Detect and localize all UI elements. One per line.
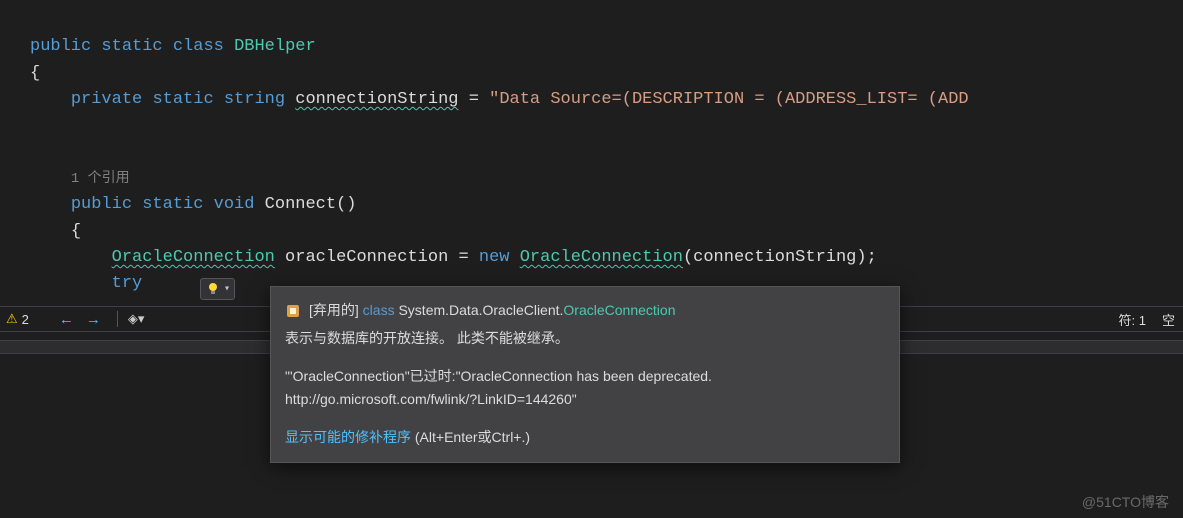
ctor-args: (connectionString); <box>683 248 877 267</box>
keyword-class: class <box>173 37 224 56</box>
nav-forward-button[interactable]: → <box>80 311 107 328</box>
brace-open: { <box>71 222 81 241</box>
type-name: DBHelper <box>234 37 316 56</box>
keyword-static: static <box>142 195 203 214</box>
watermark: @51CTO博客 <box>1082 492 1169 512</box>
keyword-public: public <box>30 37 91 56</box>
whitespace-mode: 空 <box>1162 310 1175 329</box>
namespace: System.Data.OracleClient. <box>398 302 563 318</box>
status-right: 符: 1 空 <box>1119 306 1183 332</box>
string-literal: "Data Source=(DESCRIPTION = (ADDRESS_LIS… <box>489 90 968 109</box>
keyword-private: private <box>71 90 142 109</box>
tooltip-description: 表示与数据库的开放连接。 此类不能被继承。 <box>285 327 885 351</box>
keyword-class: class <box>363 302 395 318</box>
keyword-static: static <box>152 90 213 109</box>
keyword-void: void <box>214 195 255 214</box>
equals: = <box>459 90 490 109</box>
show-fixes-link[interactable]: 显示可能的修补程序 <box>285 429 411 445</box>
warning-count[interactable]: 2 <box>22 312 29 327</box>
deprecated-tag: [弃用的] <box>309 302 359 318</box>
lightbulb-icon <box>205 281 221 297</box>
class-name: OracleConnection <box>563 302 675 318</box>
field-name: connectionString <box>295 90 458 109</box>
codelens-reference[interactable]: 1 个引用 <box>71 171 130 187</box>
code-editor[interactable]: public static class DBHelper { private s… <box>0 0 1183 298</box>
keyword-try: try <box>112 274 143 293</box>
warning-icon[interactable]: ⚠ <box>6 311 18 327</box>
keyword-static: static <box>101 37 162 56</box>
keyword-public: public <box>71 195 132 214</box>
type-oracle-connection[interactable]: OracleConnection <box>112 248 275 267</box>
intellisense-tooltip: [弃用的] class System.Data.OracleClient.Ora… <box>270 286 900 463</box>
keyword-string: string <box>224 90 285 109</box>
parens: () <box>336 195 356 214</box>
type-oracle-connection[interactable]: OracleConnection <box>520 248 683 267</box>
separator <box>117 311 118 327</box>
chevron-down-icon: ▾ <box>224 283 230 295</box>
char-position: 符: 1 <box>1119 310 1146 329</box>
method-name: Connect <box>265 195 336 214</box>
brace-open: { <box>30 64 40 83</box>
tooltip-message: "'OracleConnection"已过时:"OracleConnection… <box>285 365 885 413</box>
class-icon <box>285 303 301 319</box>
variable-decl: oracleConnection = <box>275 248 479 267</box>
nav-back-button[interactable]: ← <box>53 311 80 328</box>
keyword-new: new <box>479 248 510 267</box>
nav-dropdown-icon[interactable]: ◈▾ <box>128 311 145 327</box>
lightbulb-quickfix[interactable]: ▾ <box>200 278 235 300</box>
fix-shortcut: (Alt+Enter或Ctrl+.) <box>411 429 530 445</box>
